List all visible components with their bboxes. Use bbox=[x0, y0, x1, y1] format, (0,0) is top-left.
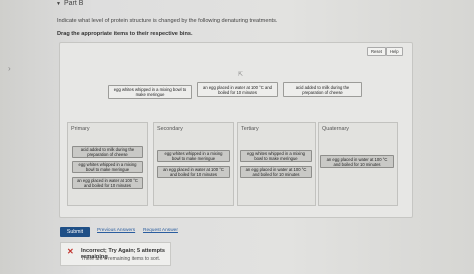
bin-secondary[interactable]: Secondary bbox=[153, 122, 234, 206]
sorted-item[interactable]: an egg placed in water at 100 °C and boi… bbox=[72, 177, 143, 189]
reset-button[interactable]: Reset bbox=[367, 47, 386, 56]
help-button[interactable]: Help bbox=[386, 47, 403, 56]
sorted-item[interactable]: an egg placed in water at 100 °C and boi… bbox=[240, 166, 312, 178]
mouse-cursor-icon: ⇱ bbox=[238, 72, 244, 78]
feedback-text: There are 6 remaining items to sort. bbox=[81, 256, 161, 262]
source-item[interactable]: acid added to milk during the preparatio… bbox=[283, 82, 362, 97]
question-text: Indicate what level of protein structure… bbox=[57, 18, 278, 24]
bin-label: Quaternary bbox=[322, 126, 349, 132]
source-item[interactable]: an egg placed in water at 100 °C and boi… bbox=[197, 82, 278, 97]
sorted-item[interactable]: egg whites whipped in a mixing bowl to m… bbox=[240, 150, 312, 162]
request-answer-link[interactable]: Request Answer bbox=[143, 228, 178, 233]
source-item[interactable]: egg whites whipped in a mixing bowl to m… bbox=[108, 85, 192, 99]
sorted-item[interactable]: an egg placed in water at 100 °C and boi… bbox=[157, 166, 230, 178]
sorted-item[interactable]: egg whites whipped in a mixing bowl to m… bbox=[157, 150, 230, 162]
bin-label: Primary bbox=[71, 126, 90, 132]
sorted-item[interactable]: egg whites whipped in a mixing bowl to m… bbox=[72, 161, 143, 173]
bin-label: Tertiary bbox=[241, 126, 259, 132]
previous-answers-link[interactable]: Previous Answers bbox=[97, 228, 135, 233]
collapse-caret-icon[interactable]: ▼ bbox=[56, 1, 61, 7]
sorted-item[interactable]: acid added to milk during the preparatio… bbox=[72, 146, 143, 158]
sorted-item[interactable]: an egg placed in water at 100 °C and boi… bbox=[320, 155, 394, 168]
chevron-right-icon[interactable]: › bbox=[8, 64, 11, 73]
part-label: Part B bbox=[63, 0, 84, 7]
submit-button[interactable]: Submit bbox=[60, 227, 90, 237]
instruction-text: Drag the appropriate items to their resp… bbox=[57, 31, 193, 37]
part-header[interactable]: ▼ Part B bbox=[56, 0, 83, 7]
error-x-icon: ✕ bbox=[67, 247, 74, 256]
bin-label: Secondary bbox=[157, 126, 183, 132]
feedback-box: ✕ Incorrect; Try Again; 5 attempts remai… bbox=[60, 242, 171, 266]
bin-tertiary[interactable]: Tertiary bbox=[237, 122, 316, 206]
